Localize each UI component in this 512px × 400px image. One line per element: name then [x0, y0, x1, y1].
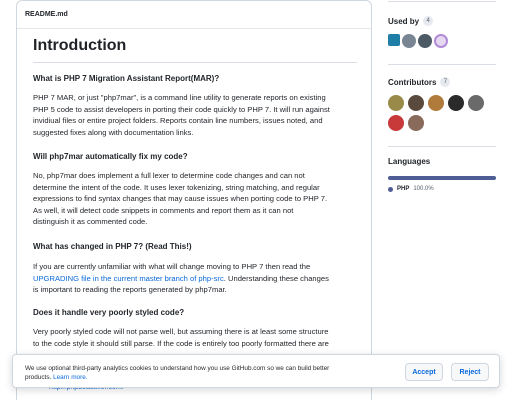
- section-paragraph-auto-fix: No, php7mar does implement a full lexer …: [33, 171, 328, 227]
- section-heading-what-changed: What has changed in PHP 7? (Read This!): [33, 242, 192, 251]
- used-by-avatars: [388, 34, 496, 48]
- section-heading-what-is-mar: What is PHP 7 Migration Assistant Report…: [33, 74, 220, 83]
- section-paragraph-what-changed: If you are currently unfamiliar with wha…: [33, 262, 329, 295]
- section-paragraph-what-is-mar: PHP 7 MAR, or just "php7mar", is a comma…: [33, 93, 330, 137]
- languages-section: Languages PHP 100.0%: [388, 157, 496, 192]
- contributor-avatar[interactable]: [408, 95, 424, 111]
- used-by-section: Used by 4: [388, 16, 496, 48]
- language-color-dot: [388, 186, 393, 192]
- used-by-heading[interactable]: Used by 4: [388, 16, 496, 26]
- contributor-avatar[interactable]: [428, 95, 444, 111]
- learn-more-link[interactable]: Learn more.: [53, 374, 87, 381]
- accept-cookies-button[interactable]: Accept: [405, 363, 443, 381]
- upgrading-file-link[interactable]: UPGRADING file in the current master bra…: [33, 274, 224, 283]
- contributor-avatar[interactable]: [388, 95, 404, 111]
- readme-card: README.md Introduction What is PHP 7 Mig…: [16, 0, 372, 400]
- used-by-avatar[interactable]: [434, 34, 448, 48]
- section-paragraph-poorly-styled: Very poorly styled code will not parse w…: [33, 327, 329, 348]
- reject-cookies-button[interactable]: Reject: [451, 363, 489, 381]
- languages-heading: Languages: [388, 157, 431, 166]
- section-heading-poorly-styled: Does it handle very poorly styled code?: [33, 308, 185, 317]
- contributors-heading[interactable]: Contributors 7: [388, 77, 496, 87]
- section-heading-auto-fix: Will php7mar automatically fix my code?: [33, 152, 188, 161]
- contributor-avatar[interactable]: [388, 115, 404, 131]
- language-bar: [388, 176, 496, 180]
- contributor-avatar[interactable]: [468, 95, 484, 111]
- sidebar-divider: [388, 64, 496, 65]
- contributors-section: Contributors 7: [388, 77, 496, 131]
- sidebar-top-divider: [388, 1, 496, 2]
- title-divider: [33, 62, 357, 63]
- cookie-message: We use optional third-party analytics co…: [25, 365, 330, 381]
- contributor-avatar[interactable]: [408, 115, 424, 131]
- used-by-avatar[interactable]: [402, 34, 416, 48]
- contributors-avatars: [388, 95, 488, 131]
- cookie-consent-banner: We use optional third-party analytics co…: [12, 354, 500, 388]
- used-by-avatar[interactable]: [388, 34, 400, 46]
- used-by-avatar[interactable]: [418, 34, 432, 48]
- readme-filename: README.md: [17, 1, 371, 29]
- used-by-count: 4: [423, 16, 434, 26]
- contributors-count: 7: [440, 77, 451, 87]
- contributor-avatar[interactable]: [448, 95, 464, 111]
- sidebar-divider: [388, 146, 496, 147]
- language-item-php[interactable]: PHP 100.0%: [388, 186, 496, 192]
- readme-title: Introduction: [33, 37, 127, 54]
